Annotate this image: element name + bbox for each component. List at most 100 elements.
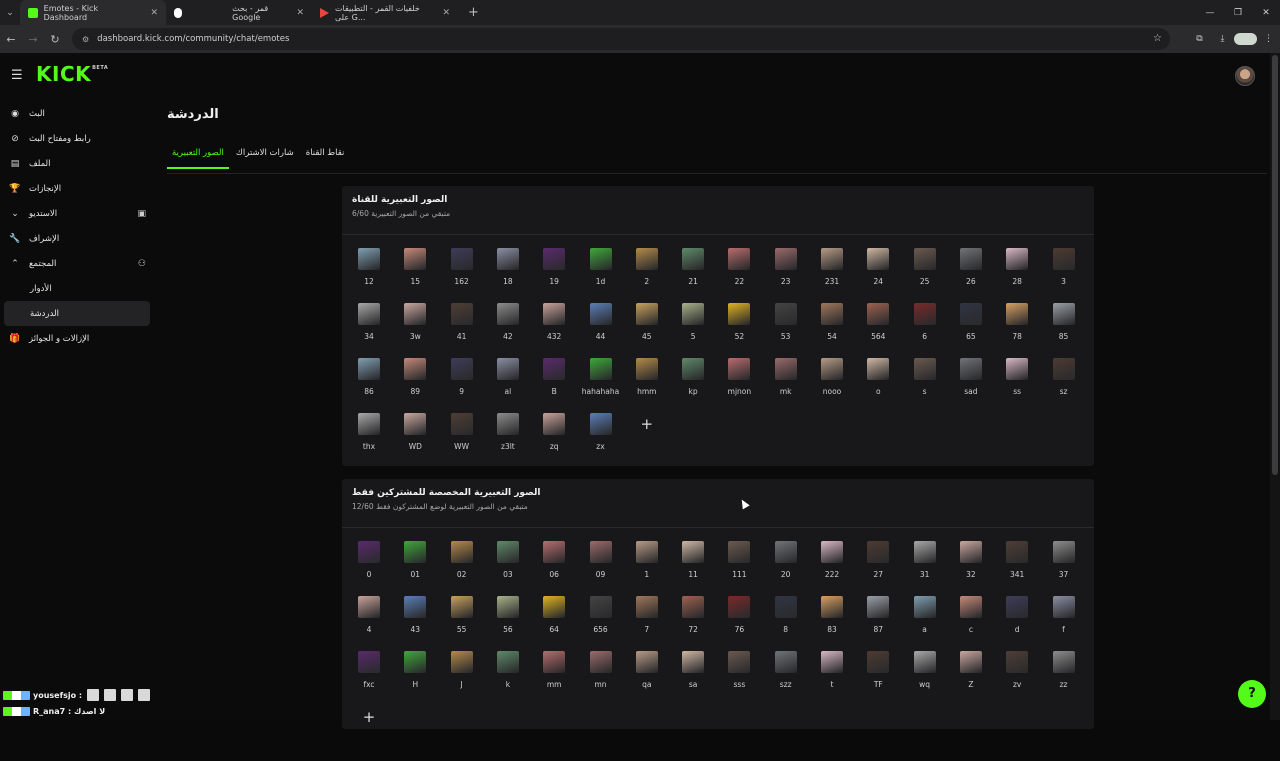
emote-item[interactable]: 43	[392, 596, 438, 651]
emote-item[interactable]: 21	[670, 248, 716, 303]
emote-item[interactable]: 28	[994, 248, 1040, 303]
emote-item[interactable]: 41	[439, 303, 485, 358]
emote-item[interactable]: zv	[994, 651, 1040, 706]
tab-channel-points[interactable]: نقاط القناة	[301, 146, 350, 169]
emote-item[interactable]: 37	[1041, 541, 1087, 596]
emote-item[interactable]: 7	[624, 596, 670, 651]
emote-item[interactable]: mn	[578, 651, 624, 706]
tab-emotes[interactable]: الصور التعبيرية	[167, 146, 229, 169]
emote-item[interactable]: 44	[578, 303, 624, 358]
hamburger-menu-icon[interactable]: ☰	[11, 68, 23, 83]
emote-item[interactable]: f	[1041, 596, 1087, 651]
emote-item[interactable]: 1	[624, 541, 670, 596]
emote-item[interactable]: hahahaha	[578, 358, 624, 413]
emote-item[interactable]: J	[439, 651, 485, 706]
emote-item[interactable]: k	[485, 651, 531, 706]
emote-item[interactable]: 76	[716, 596, 762, 651]
emote-item[interactable]: fxc	[346, 651, 392, 706]
sidebar-item[interactable]: ⌃ المجتمع ⚇	[4, 251, 150, 276]
tab-subscription-badges[interactable]: شارات الاشتراك	[231, 146, 299, 169]
extensions-icon[interactable]: ⧉	[1188, 34, 1211, 44]
emote-item[interactable]: 31	[902, 541, 948, 596]
emote-item[interactable]: 34	[346, 303, 392, 358]
sidebar-item[interactable]: الدردشة	[4, 301, 150, 326]
emote-item[interactable]: Z	[948, 651, 994, 706]
kick-logo[interactable]: KICKBETA	[36, 62, 108, 86]
menu-kebab-icon[interactable]: ⋮	[1257, 34, 1280, 44]
emote-item[interactable]: mk	[763, 358, 809, 413]
emote-item[interactable]: 85	[1041, 303, 1087, 358]
emote-item[interactable]: 5	[670, 303, 716, 358]
download-icon[interactable]: ⤓	[1211, 34, 1234, 44]
emote-item[interactable]: 4	[346, 596, 392, 651]
site-info-icon[interactable]: ⚙	[82, 35, 89, 44]
new-tab-icon[interactable]: +	[468, 5, 479, 20]
emote-item[interactable]: WD	[392, 413, 438, 468]
emote-item[interactable]: H	[392, 651, 438, 706]
emote-item[interactable]: kp	[670, 358, 716, 413]
emote-item[interactable]: B	[531, 358, 577, 413]
close-icon[interactable]: ✕	[432, 8, 450, 18]
bookmark-star-icon[interactable]: ☆	[1153, 33, 1162, 44]
sidebar-item[interactable]: ⌄ الاستديو ▣	[4, 201, 150, 226]
emote-item[interactable]: sss	[716, 651, 762, 706]
emote-item[interactable]: sad	[948, 358, 994, 413]
emote-item[interactable]: thx	[346, 413, 392, 468]
browser-tab-2[interactable]: خلفيات القمر - التطبيقات على G... ✕	[312, 0, 458, 25]
scrollbar-thumb[interactable]	[1272, 55, 1278, 475]
emote-item[interactable]: al	[485, 358, 531, 413]
emote-item[interactable]: 45	[624, 303, 670, 358]
emote-item[interactable]: 03	[485, 541, 531, 596]
emote-item[interactable]: TF	[855, 651, 901, 706]
emote-item[interactable]: mjnon	[716, 358, 762, 413]
emote-item[interactable]: 11	[670, 541, 716, 596]
emote-item[interactable]: z3lt	[485, 413, 531, 468]
emote-item[interactable]: 162	[439, 248, 485, 303]
emote-item[interactable]: 19	[531, 248, 577, 303]
emote-item[interactable]: qa	[624, 651, 670, 706]
emote-item[interactable]: 23	[763, 248, 809, 303]
emote-item[interactable]: 564	[855, 303, 901, 358]
reload-icon[interactable]: ↻	[44, 33, 66, 46]
emote-item[interactable]: 02	[439, 541, 485, 596]
emote-item[interactable]: o	[855, 358, 901, 413]
emote-item[interactable]: 83	[809, 596, 855, 651]
emote-item[interactable]: 656	[578, 596, 624, 651]
emote-item[interactable]: 01	[392, 541, 438, 596]
emote-item[interactable]: 3w	[392, 303, 438, 358]
emote-item[interactable]: 27	[855, 541, 901, 596]
browser-tab-1[interactable]: قمر - بحث Google ✕	[166, 0, 312, 25]
add-emote-button[interactable]: +	[624, 413, 670, 468]
emote-item[interactable]: hmm	[624, 358, 670, 413]
close-icon[interactable]: ✕	[140, 8, 158, 18]
emote-item[interactable]: 65	[948, 303, 994, 358]
emote-item[interactable]: 9	[439, 358, 485, 413]
emote-item[interactable]: WW	[439, 413, 485, 468]
sidebar-item[interactable]: الأدوار	[4, 276, 150, 301]
emote-item[interactable]: 20	[763, 541, 809, 596]
close-window-icon[interactable]: ✕	[1252, 8, 1280, 18]
add-user-icon[interactable]: ⚇	[138, 259, 146, 269]
address-bar[interactable]: ⚙ dashboard.kick.com/community/chat/emot…	[72, 28, 1170, 50]
avatar[interactable]	[1235, 66, 1255, 86]
browser-tab-0[interactable]: Emotes - Kick Dashboard ✕	[20, 0, 166, 25]
emote-item[interactable]: 18	[485, 248, 531, 303]
emote-item[interactable]: 0	[346, 541, 392, 596]
emote-item[interactable]: 26	[948, 248, 994, 303]
emote-item[interactable]: 64	[531, 596, 577, 651]
emote-item[interactable]: sa	[670, 651, 716, 706]
maximize-icon[interactable]: ❐	[1224, 8, 1252, 18]
emote-item[interactable]: 72	[670, 596, 716, 651]
sidebar-item[interactable]: 🏆 الإنجازات	[4, 176, 150, 201]
emote-item[interactable]: 222	[809, 541, 855, 596]
emote-item[interactable]: 87	[855, 596, 901, 651]
emote-item[interactable]: 111	[716, 541, 762, 596]
profile-icon[interactable]	[1234, 33, 1257, 45]
emote-item[interactable]: 1d	[578, 248, 624, 303]
emote-item[interactable]: 231	[809, 248, 855, 303]
emote-item[interactable]: 53	[763, 303, 809, 358]
emote-item[interactable]: a	[902, 596, 948, 651]
back-icon[interactable]: ←	[0, 33, 22, 46]
emote-item[interactable]: s	[902, 358, 948, 413]
emote-item[interactable]: 6	[902, 303, 948, 358]
